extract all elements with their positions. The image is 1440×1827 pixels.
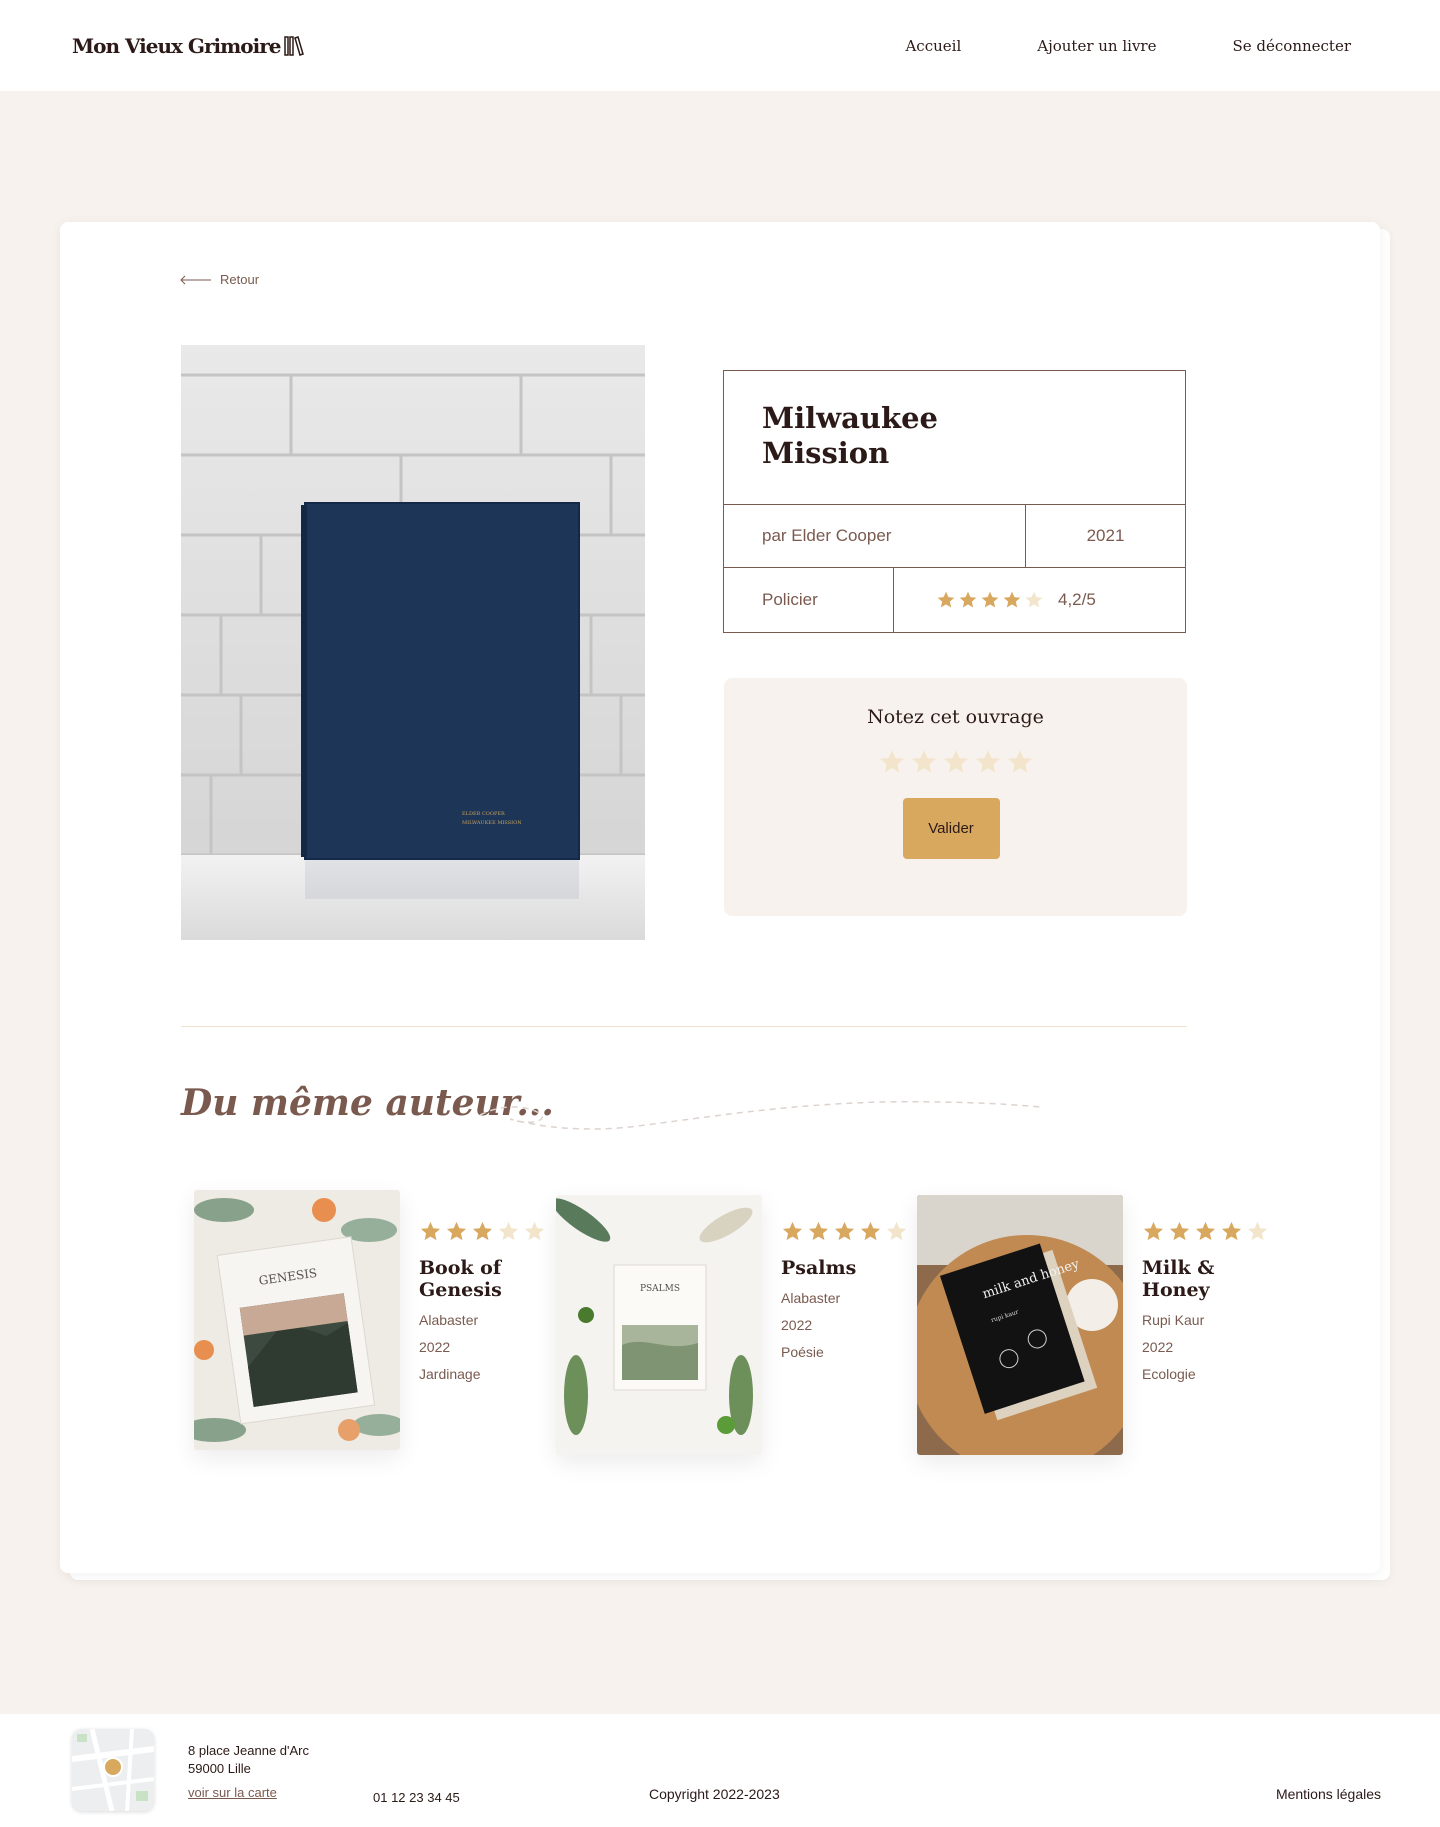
rating-value: 4,2/5 bbox=[1058, 590, 1096, 609]
related-book-stars bbox=[1142, 1220, 1282, 1243]
related-book-author: Alabaster bbox=[781, 1290, 841, 1306]
book-info-table: Milwaukee Mission par Elder Cooper 2021 … bbox=[723, 370, 1186, 633]
back-link[interactable]: Retour bbox=[180, 272, 259, 287]
related-book-genre: Ecologie bbox=[1142, 1366, 1196, 1382]
star-icon[interactable] bbox=[910, 748, 938, 776]
related-book-stars bbox=[419, 1220, 559, 1243]
book-title: Milwaukee Mission bbox=[762, 401, 938, 470]
related-book-stars bbox=[781, 1220, 921, 1243]
map-link[interactable]: voir sur la carte bbox=[188, 1784, 309, 1802]
related-book-genre: Poésie bbox=[781, 1344, 824, 1360]
rate-title: Notez cet ouvrage bbox=[867, 706, 1044, 728]
related-book-year: 2022 bbox=[781, 1317, 813, 1333]
related-book-cover: milk and honey rupi kaur bbox=[917, 1195, 1123, 1455]
footer-phone: 01 12 23 34 45 bbox=[373, 1790, 460, 1805]
map-thumbnail[interactable] bbox=[72, 1729, 154, 1811]
book-cover-image: ELDER COOPER MILWAUKEE MISSION bbox=[181, 345, 645, 940]
nav-logout[interactable]: Se déconnecter bbox=[1232, 37, 1351, 55]
legal-link[interactable]: Mentions légales bbox=[1276, 1786, 1381, 1802]
star-icon[interactable] bbox=[974, 748, 1002, 776]
related-book-meta: Psalms Alabaster 2022 Poésie bbox=[781, 1220, 921, 1360]
back-label: Retour bbox=[220, 272, 260, 287]
books-logo-icon bbox=[284, 35, 305, 56]
related-book-title: Psalms bbox=[781, 1257, 857, 1279]
star-icon bbox=[834, 1221, 855, 1241]
nav-home[interactable]: Accueil bbox=[905, 37, 961, 55]
star-icon bbox=[1169, 1221, 1190, 1241]
arrow-left-icon bbox=[180, 275, 211, 284]
star-icon bbox=[1195, 1221, 1216, 1241]
rate-star-picker bbox=[878, 748, 1034, 776]
book-title-cell: Milwaukee Mission bbox=[724, 371, 1185, 505]
site-logo[interactable]: Mon Vieux Grimoire bbox=[72, 33, 305, 58]
info-row-genre-rating: Policier 4,2/5 bbox=[724, 568, 1185, 632]
nav-add-book[interactable]: Ajouter un livre bbox=[1037, 37, 1156, 55]
rate-book-panel: Notez cet ouvrage Valider bbox=[724, 678, 1187, 916]
star-icon bbox=[937, 591, 955, 608]
book-genre: Policier bbox=[724, 568, 894, 632]
star-icon bbox=[420, 1221, 441, 1241]
submit-rating-button[interactable]: Valider bbox=[902, 798, 1000, 859]
related-book-cover: GENESIS bbox=[194, 1190, 400, 1450]
site-header: Mon Vieux Grimoire Accueil Ajouter un li… bbox=[0, 0, 1440, 91]
related-book-cover: PSALMS bbox=[556, 1195, 762, 1455]
logo-text: Mon Vieux Grimoire bbox=[72, 33, 281, 58]
site-footer: 8 place Jeanne d'Arc 59000 Lille voir su… bbox=[0, 1714, 1440, 1827]
star-icon bbox=[1025, 591, 1043, 608]
star-icon bbox=[446, 1221, 467, 1241]
book-detail-card: Retour ELDER COOPER MILWAUKEE MISSION Mi… bbox=[60, 222, 1380, 1573]
star-icon bbox=[524, 1221, 545, 1241]
info-row-author-year: par Elder Cooper 2021 bbox=[724, 505, 1185, 568]
related-book-meta: Milk & Honey Rupi Kaur 2022 Ecologie bbox=[1142, 1220, 1282, 1382]
related-book-year: 2022 bbox=[419, 1339, 451, 1355]
related-book-title: Milk & Honey bbox=[1142, 1257, 1215, 1301]
related-book-year: 2022 bbox=[1142, 1339, 1174, 1355]
main-nav: Accueil Ajouter un livre Se déconnecter bbox=[905, 37, 1351, 55]
star-icon bbox=[498, 1221, 519, 1241]
star-icon bbox=[1247, 1221, 1268, 1241]
section-divider bbox=[181, 1026, 1187, 1027]
footer-copyright: Copyright 2022-2023 bbox=[649, 1786, 780, 1802]
svg-text:PSALMS: PSALMS bbox=[640, 1284, 680, 1294]
footer-address: 8 place Jeanne d'Arc 59000 Lille voir su… bbox=[188, 1742, 309, 1802]
star-icon bbox=[981, 591, 999, 608]
star-icon[interactable] bbox=[878, 748, 906, 776]
address-line1: 8 place Jeanne d'Arc bbox=[188, 1743, 310, 1758]
decorative-squiggle bbox=[480, 1100, 1040, 1130]
related-book-author: Rupi Kaur bbox=[1142, 1312, 1205, 1328]
related-book-title: Book of Genesis bbox=[419, 1257, 502, 1301]
svg-text:ELDER COOPER: ELDER COOPER bbox=[462, 811, 505, 817]
related-book-author: Alabaster bbox=[419, 1312, 479, 1328]
star-icon bbox=[472, 1221, 493, 1241]
address-line2: 59000 Lille bbox=[188, 1761, 251, 1776]
related-book-meta: Book of Genesis Alabaster 2022 Jardinage bbox=[419, 1220, 559, 1382]
star-icon[interactable] bbox=[942, 748, 970, 776]
star-icon bbox=[1003, 591, 1021, 608]
rating-stars bbox=[936, 590, 1044, 610]
star-icon bbox=[782, 1221, 803, 1241]
star-icon bbox=[959, 591, 977, 608]
book-year: 2021 bbox=[1086, 526, 1125, 545]
svg-text:MILWAUKEE MISSION: MILWAUKEE MISSION bbox=[462, 820, 522, 826]
star-icon bbox=[886, 1221, 907, 1241]
book-author: par Elder Cooper bbox=[724, 505, 1026, 567]
star-icon bbox=[1143, 1221, 1164, 1241]
star-icon[interactable] bbox=[1006, 748, 1034, 776]
book-rating: 4,2/5 bbox=[894, 568, 1185, 632]
related-book-genre: Jardinage bbox=[419, 1366, 481, 1382]
star-icon bbox=[860, 1221, 881, 1241]
star-icon bbox=[808, 1221, 829, 1241]
star-icon bbox=[1221, 1221, 1242, 1241]
